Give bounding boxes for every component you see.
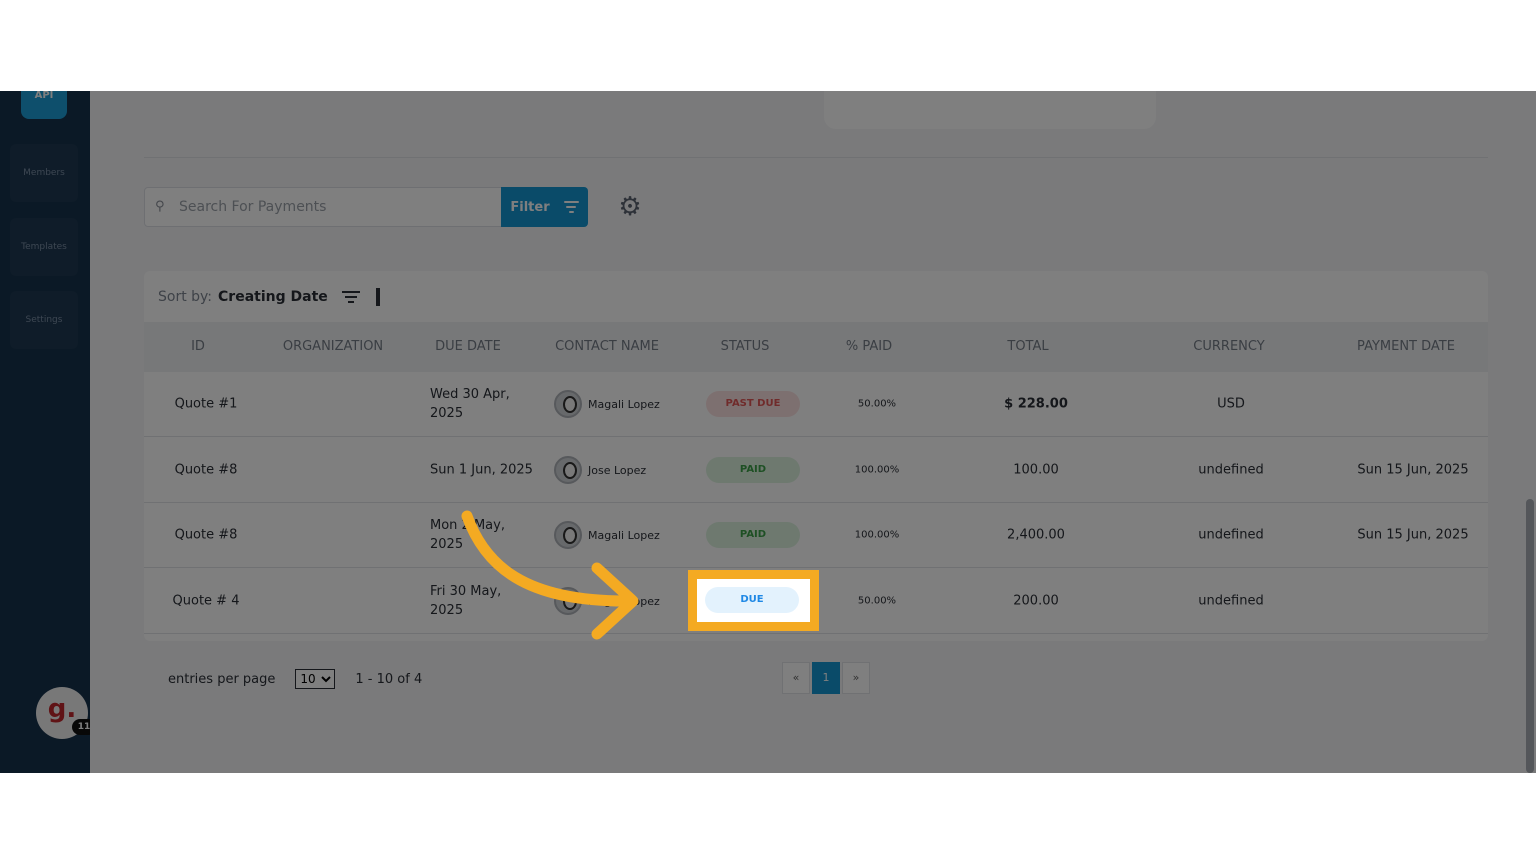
dim-overlay <box>0 91 1536 773</box>
due-status-highlight: DUE <box>688 570 819 631</box>
pointer-arrow-icon <box>461 510 639 640</box>
status-badge-due[interactable]: DUE <box>705 587 799 613</box>
app-frame: API Members Templates Settings g. 11 ⚲ F… <box>0 91 1536 773</box>
